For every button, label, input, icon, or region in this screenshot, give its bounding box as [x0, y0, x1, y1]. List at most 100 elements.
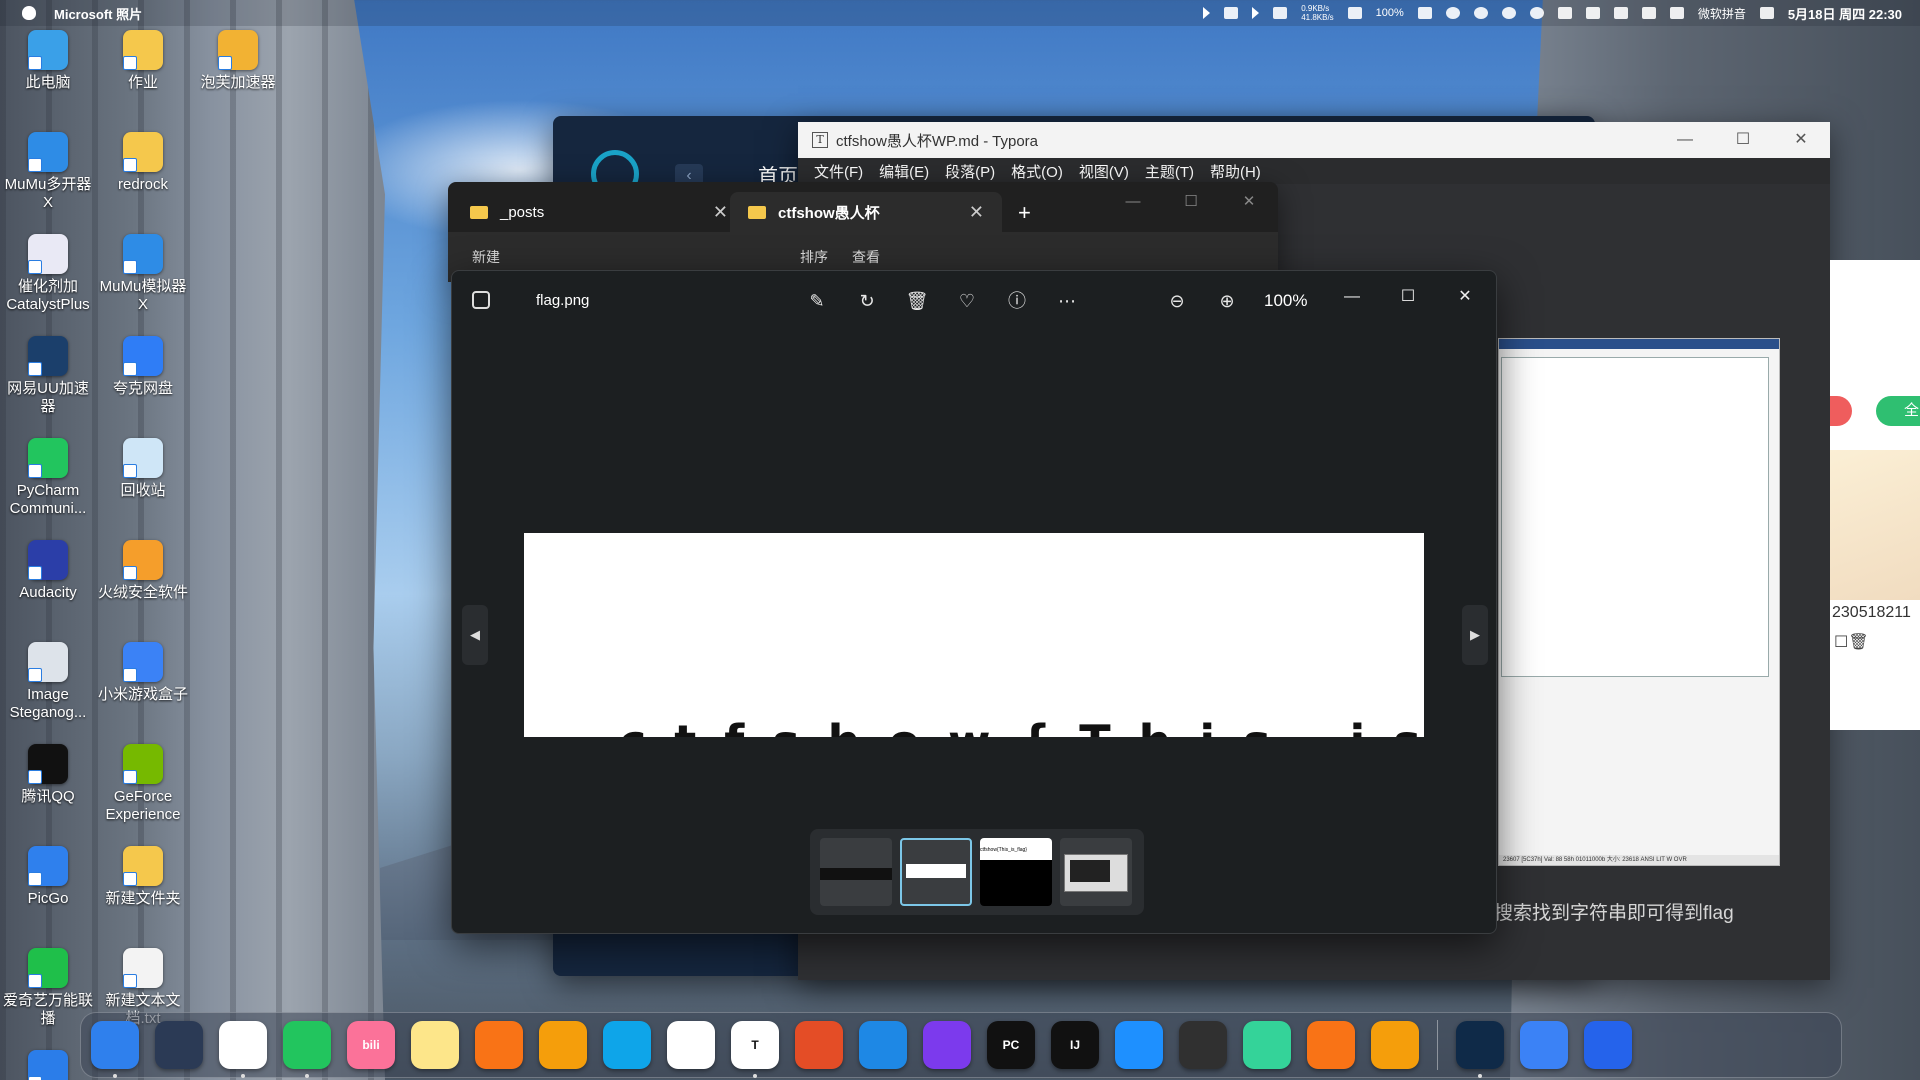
maximize-icon[interactable]: ☐ [1162, 182, 1220, 222]
desktop-icon[interactable]: redrock [95, 132, 191, 194]
tab-close-icon[interactable]: ✕ [969, 202, 984, 223]
dock-qq-icon[interactable] [219, 1021, 267, 1078]
minimize-icon[interactable]: — [1104, 182, 1162, 222]
dock-typora-icon[interactable]: T [731, 1021, 779, 1078]
desktop-icon[interactable]: 网易UU加速器 [0, 336, 96, 416]
tab-close-icon[interactable]: ✕ [713, 202, 728, 223]
dock-wechat-icon[interactable] [283, 1021, 331, 1078]
dock-rocket-icon[interactable] [155, 1021, 203, 1069]
battery-icon[interactable] [1417, 7, 1432, 19]
dock-music-icon[interactable] [1243, 1021, 1291, 1069]
typora-menu-item[interactable]: 视图(V) [1071, 161, 1137, 182]
display-icon[interactable] [1557, 7, 1572, 19]
input-method-label[interactable]: 微软拼音 [1698, 5, 1746, 22]
photo-canvas[interactable]: ctfshow{This_is_flag} [524, 533, 1424, 737]
thumbnail-2-selected[interactable] [900, 838, 972, 906]
dock-chrome-icon[interactable] [667, 1021, 715, 1069]
dock-bilibili-icon[interactable]: bili [347, 1021, 395, 1069]
thumbnail-1[interactable] [820, 838, 892, 906]
bluetooth-icon[interactable] [1473, 7, 1488, 19]
maximize-icon[interactable]: ☐ [1714, 122, 1772, 158]
menubar-app-title[interactable]: Microsoft 照片 [54, 4, 142, 23]
dock-firefox-dev-icon[interactable] [539, 1021, 587, 1069]
maximize-icon[interactable]: ☐ [1385, 281, 1431, 313]
more-options-icon[interactable]: ⋯ [1054, 288, 1080, 314]
headphones-icon[interactable] [1501, 7, 1516, 19]
dock-huorong-icon[interactable] [1371, 1021, 1419, 1069]
favorite-heart-icon[interactable]: ♡ [954, 288, 980, 314]
dock-paint-icon[interactable] [1520, 1021, 1568, 1069]
desktop-icon[interactable]: 夸克网盘 [95, 336, 191, 398]
dock-pycharm-icon[interactable]: PC [987, 1021, 1035, 1069]
close-icon[interactable]: ✕ [1772, 122, 1830, 158]
dock-obs-icon[interactable] [1179, 1021, 1227, 1069]
desktop-icon[interactable]: 火绒安全软件 [95, 540, 191, 602]
zoom-level[interactable]: 100% [1264, 291, 1307, 311]
input-grid-icon[interactable] [1669, 7, 1684, 19]
close-icon[interactable]: ✕ [1442, 281, 1488, 313]
sort-button[interactable]: 排序 [800, 247, 828, 267]
dock-office-icon[interactable] [795, 1021, 843, 1069]
chinese-input-icon[interactable] [1641, 7, 1656, 19]
desktop-icon[interactable]: Audacity [0, 540, 96, 602]
edit-delete-icon[interactable]: ☐🗑 [1834, 632, 1869, 652]
typora-titlebar[interactable]: T ctfshow愚人杯WP.md - Typora — ☐ ✕ [798, 122, 1830, 158]
desktop-icon[interactable]: 泡芙加速器 [190, 30, 286, 92]
typora-menu-item[interactable]: 主题(T) [1137, 161, 1202, 182]
phone-icon[interactable] [1347, 7, 1362, 19]
dock-vscode-icon[interactable] [859, 1021, 907, 1069]
thumbnail-4[interactable] [1060, 838, 1132, 906]
red-pill-button[interactable] [1830, 396, 1852, 426]
desktop-icon[interactable]: 作业 [95, 30, 191, 92]
info-icon[interactable]: ⓘ [1004, 288, 1030, 314]
apple-icon[interactable] [22, 6, 36, 20]
play-pause-icon[interactable] [1224, 7, 1239, 19]
thumbnail-3[interactable]: ctfshow{This_is_flag} [980, 838, 1052, 906]
dock-visual-studio-icon[interactable] [923, 1021, 971, 1069]
dock-vmware-icon[interactable] [1115, 1021, 1163, 1069]
app-tray-icon[interactable] [1273, 7, 1288, 19]
minimize-icon[interactable]: — [1656, 122, 1714, 158]
desktop-icon[interactable]: Image Steganog... [0, 642, 96, 722]
tab-ctfshow[interactable]: ctfshow愚人杯 ✕ [730, 192, 1002, 232]
control-center-icon[interactable] [1759, 7, 1774, 19]
fast-forward-icon[interactable] [1252, 7, 1260, 19]
rotate-icon[interactable]: ↻ [854, 288, 880, 314]
desktop-icon[interactable]: GeForce Experience [95, 744, 191, 824]
desktop-icon[interactable]: 此电脑 [0, 30, 96, 92]
typora-menu-item[interactable]: 段落(P) [937, 161, 1003, 182]
typora-menu-item[interactable]: 编辑(E) [871, 161, 937, 182]
wifi-icon[interactable] [1529, 7, 1544, 19]
dock-edge-icon[interactable] [603, 1021, 651, 1069]
desktop-icon[interactable]: 爱奇艺万能联播 [0, 948, 96, 1028]
rewind-icon[interactable] [1203, 7, 1211, 19]
desktop-icon[interactable]: MuMu多开器X [0, 132, 96, 212]
typora-menu-item[interactable]: 格式(O) [1003, 161, 1071, 182]
desktop-icon[interactable]: PicGo [0, 846, 96, 908]
dock-search-app-icon[interactable] [1307, 1021, 1355, 1069]
close-icon[interactable]: ✕ [1220, 182, 1278, 222]
volume-icon[interactable] [1585, 7, 1600, 19]
dock-picgo-icon[interactable] [1584, 1021, 1632, 1069]
new-button[interactable]: 新建 [472, 247, 500, 267]
zoom-out-icon[interactable]: ⊖ [1164, 288, 1190, 314]
dock-uu-icon[interactable] [1456, 1021, 1504, 1078]
next-photo-icon[interactable]: ▶ [1462, 605, 1488, 665]
desktop-icon[interactable]: 回收站 [95, 438, 191, 500]
edit-image-icon[interactable]: ✎ [804, 288, 830, 314]
zoom-in-icon[interactable]: ⊕ [1214, 288, 1240, 314]
green-pill-button[interactable]: 全 [1876, 396, 1920, 426]
desktop-icon[interactable]: MuMu模拟器X [95, 234, 191, 314]
delete-icon[interactable]: 🗑 [904, 288, 930, 314]
photos-titlebar[interactable]: flag.png ✎ ↻ 🗑 ♡ ⓘ ⋯ ⊖ ⊕ 100% — ☐ ✕ [452, 271, 1496, 331]
minimize-icon[interactable]: — [1329, 281, 1375, 313]
desktop-icon[interactable]: PyCharm Communi... [0, 438, 96, 518]
previous-photo-icon[interactable]: ◀ [462, 605, 488, 665]
tab-posts[interactable]: _posts ✕ [470, 192, 736, 232]
desktop-icon[interactable]: 小米游戏盒子 [95, 642, 191, 704]
view-button[interactable]: 查看 [852, 247, 880, 267]
menubar-clock[interactable]: 5月18日 周四 22:30 [1788, 4, 1902, 23]
new-tab-icon[interactable]: + [1018, 200, 1031, 226]
desktop-icon[interactable]: 催化剂加 CatalystPlus [0, 234, 96, 314]
typora-menu-item[interactable]: 帮助(H) [1202, 161, 1269, 182]
